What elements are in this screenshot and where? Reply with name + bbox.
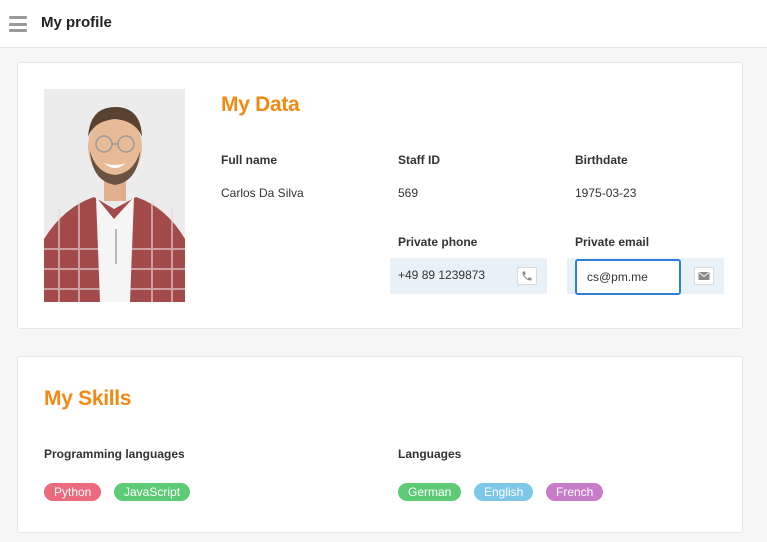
staff-id-value: 569 bbox=[398, 186, 419, 200]
private-phone-value: +49 89 1239873 bbox=[398, 268, 486, 282]
skill-tag-javascript[interactable]: JavaScript bbox=[114, 483, 191, 501]
staff-id-label: Staff ID bbox=[398, 153, 440, 167]
my-skills-card: My Skills Programming languages Python J… bbox=[17, 356, 743, 533]
birthdate-label: Birthdate bbox=[575, 153, 628, 167]
profile-photo bbox=[44, 89, 185, 302]
my-skills-title: My Skills bbox=[44, 387, 132, 410]
private-email-input[interactable] bbox=[575, 259, 681, 295]
language-tag-english[interactable]: English bbox=[474, 483, 534, 501]
programming-languages-label: Programming languages bbox=[44, 447, 185, 461]
phone-icon[interactable] bbox=[517, 267, 537, 285]
full-name-label: Full name bbox=[221, 153, 278, 167]
page-title: My profile bbox=[41, 14, 112, 31]
language-tag-german[interactable]: German bbox=[398, 483, 462, 501]
hamburger-menu-icon[interactable] bbox=[9, 16, 27, 32]
private-email-label: Private email bbox=[575, 235, 650, 249]
private-phone-label: Private phone bbox=[398, 235, 478, 249]
my-data-card: My Data Full name Carlos Da Silva Staff … bbox=[17, 62, 743, 329]
language-tag-french[interactable]: French bbox=[546, 483, 604, 501]
languages-label: Languages bbox=[398, 447, 462, 461]
full-name-value: Carlos Da Silva bbox=[221, 186, 304, 200]
birthdate-value: 1975-03-23 bbox=[575, 186, 637, 200]
top-bar: My profile bbox=[0, 0, 767, 48]
mail-icon[interactable] bbox=[694, 267, 714, 285]
skill-tag-python[interactable]: Python bbox=[44, 483, 102, 501]
my-data-title: My Data bbox=[221, 93, 300, 116]
